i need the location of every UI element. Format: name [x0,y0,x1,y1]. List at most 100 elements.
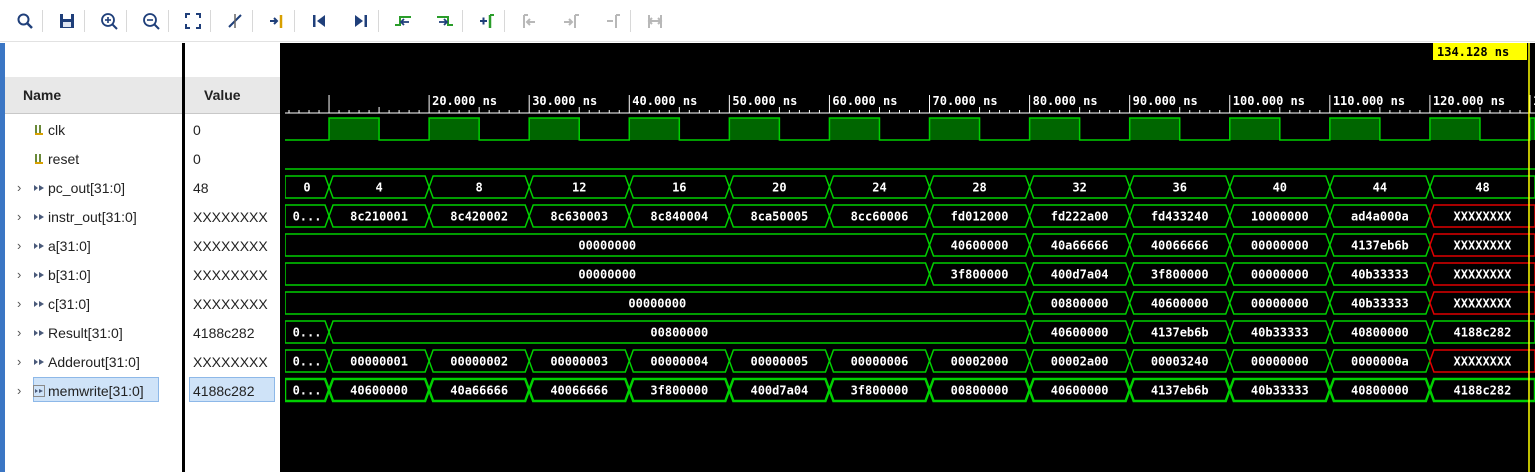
bus-value-label: 40600000 [1151,297,1209,311]
bus-value-label: 00000005 [750,355,808,369]
bus-value-label: 00000000 [1251,355,1309,369]
go-to-start-icon[interactable] [306,8,332,34]
signal-row-a[interactable]: › a[31:0] [5,231,182,260]
chevron-right-icon[interactable]: › [17,383,27,398]
signal-row-clk[interactable]: clk [5,115,182,144]
ruler-label: 90.000 ns [1133,94,1198,108]
add-marker-icon[interactable] [474,8,500,34]
bus-value-label: XXXXXXXX [1454,355,1513,369]
value-column-header[interactable]: Value [185,77,280,114]
bus-value-label: 00000003 [550,355,608,369]
signal-row-result[interactable]: › Result[31:0] [5,318,182,347]
go-to-end-icon[interactable] [348,8,374,34]
bus-value-label: 44 [1373,181,1387,195]
signal-value: 0 [193,121,201,138]
bus-value-label: 24 [872,181,886,195]
cursor-time-label: 134.128 ns [1437,45,1509,59]
next-transition-icon[interactable] [432,8,458,34]
bus-value-label: 00003240 [1151,355,1209,369]
cursor-icon[interactable] [222,8,248,34]
next-marker-icon[interactable] [558,8,584,34]
bus-value-label: XXXXXXXX [1454,239,1513,253]
bus-value-label: 00000000 [1251,268,1309,282]
bus-signal-icon [33,326,45,340]
bus-value-label: 00000000 [628,297,686,311]
bus-value-label: 00000000 [578,268,636,282]
bus-value-label: 40 [1273,181,1287,195]
clk-high-fill [1329,118,1380,140]
bus-value-label: 40b33333 [1251,384,1309,398]
chevron-right-icon[interactable]: › [17,296,27,311]
signal-name: instr_out[31:0] [48,208,137,225]
signal-name: Result[31:0] [48,324,123,341]
chevron-right-icon[interactable]: › [17,209,27,224]
chevron-right-icon[interactable]: › [17,354,27,369]
bus-value-label: 48 [1475,181,1489,195]
signal-row-b[interactable]: › b[31:0] [5,260,182,289]
signal-name: memwrite[31:0] [48,382,144,399]
chevron-right-icon[interactable]: › [17,180,27,195]
waveform-canvas[interactable]: 20.000 ns 30.000 ns 40.000 ns 50.000 ns 60.0… [285,43,1535,472]
zoom-fit-icon[interactable] [180,8,206,34]
zoom-in-icon[interactable] [96,8,122,34]
bus-value-label: 4137eb6b [1351,239,1409,253]
bus-value-label: 8c420002 [450,210,508,224]
bus-value-label: ad4a000a [1351,210,1409,224]
signal-name: pc_out[31:0] [48,179,126,196]
bus-value-label: XXXXXXXX [1454,297,1513,311]
bus-value-label: 40a66666 [1051,239,1109,253]
bus-signal-icon [33,384,45,398]
signal-row-pc-out[interactable]: › pc_out[31:0] [5,173,182,202]
bus-value-label: 00000006 [851,355,909,369]
bus-value-label: 40a66666 [450,384,508,398]
go-to-cursor-icon[interactable] [264,8,290,34]
previous-marker-icon[interactable] [516,8,542,34]
bus-value-label: 16 [672,181,686,195]
bus-signal-icon [33,355,45,369]
signal-row-instr-out[interactable]: › instr_out[31:0] [5,202,182,231]
bus-value-label: 4188c282 [1454,384,1512,398]
bus-value-label: 4137eb6b [1151,384,1209,398]
clk-high-fill [629,118,680,140]
signal-name: Adderout[31:0] [48,353,140,370]
bus-signal-icon [33,210,45,224]
bus-value-label: 4188c282 [1454,326,1512,340]
chevron-right-icon[interactable]: › [17,325,27,340]
ruler-label: 100.000 ns [1233,94,1305,108]
bus-value-label: 40066666 [550,384,608,398]
signal-row-c[interactable]: › c[31:0] [5,289,182,318]
ruler-label: 70.000 ns [933,94,998,108]
marker-range-icon[interactable] [642,8,668,34]
clk-high-fill [1029,118,1080,140]
signal-value: 4188c282 [193,382,255,399]
ruler-label: 60.000 ns [832,94,897,108]
ruler-label: 110.000 ns [1333,94,1405,108]
zoom-out-icon[interactable] [138,8,164,34]
signal-name: reset [48,150,80,167]
toolbar-separator [252,10,253,32]
bus-value-label: 32 [1072,181,1086,195]
bus-value-label: 0... [293,384,322,398]
toolbar-separator [462,10,463,32]
bus-value-label: 00000000 [578,239,636,253]
signal-row-adderout[interactable]: › Adderout[31:0] [5,347,182,376]
bus-value-label: 8 [476,181,483,195]
search-icon[interactable] [12,8,38,34]
chevron-right-icon[interactable]: › [17,267,27,282]
chevron-right-icon[interactable]: › [17,238,27,253]
toolbar [0,0,1535,42]
clk-high-fill [429,118,480,140]
bus-value-label: 00000002 [450,355,508,369]
previous-transition-icon[interactable] [390,8,416,34]
bus-value-label: 8c210001 [350,210,408,224]
bus-value-label: 40b33333 [1251,326,1309,340]
clk-high-fill [1429,118,1480,140]
toolbar-separator [42,10,43,32]
swap-cursors-icon[interactable] [600,8,626,34]
signal-value: XXXXXXXX [193,237,268,254]
signal-row-memwrite[interactable]: › memwrite[31:0] [5,376,182,405]
signal-row-reset[interactable]: reset [5,144,182,173]
save-icon[interactable] [54,8,80,34]
name-column-header[interactable]: Name [5,77,182,114]
bus-value-label: 3f800000 [650,384,708,398]
